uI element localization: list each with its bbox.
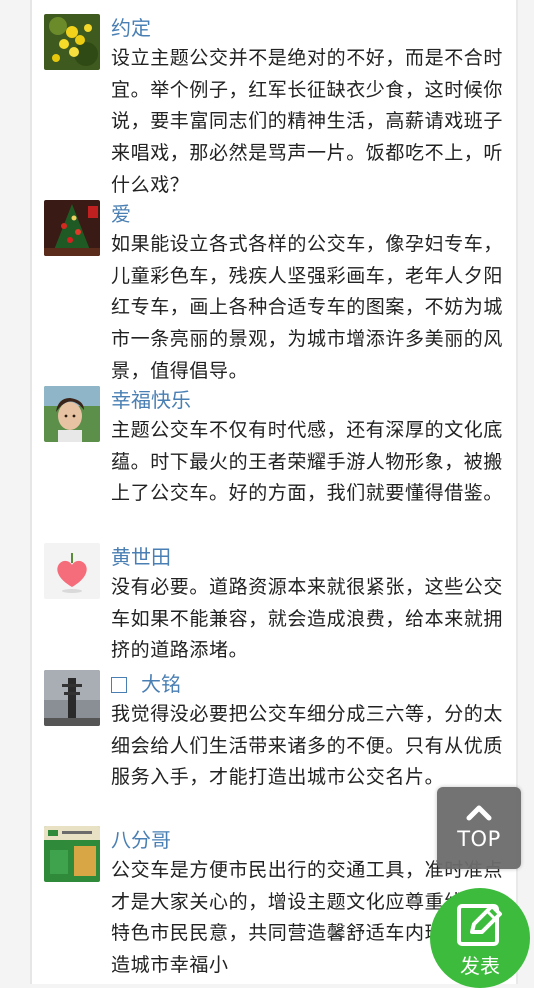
post-comment-label: 发表	[460, 954, 500, 978]
chevron-up-icon	[466, 805, 492, 821]
avatar[interactable]	[44, 200, 100, 256]
comment-item: 爱 如果能设立各式各样的公交车，像孕妇专车，儿童彩色车，残疾人坚强彩画车，老年人…	[44, 200, 514, 382]
comment-text: 如果能设立各式各样的公交车，像孕妇专车，儿童彩色车，残疾人坚强彩画车，老年人夕阳…	[111, 233, 504, 382]
username[interactable]: 幸福快乐	[111, 386, 191, 414]
edit-icon	[457, 904, 502, 946]
comment-item: 幸福快乐 主题公交车不仅有时代感，还有深厚的文化底蕴。时下最火的王者荣耀手游人物…	[44, 386, 514, 531]
username[interactable]: 黄世田	[111, 543, 171, 571]
comment-item: 黄世田 没有必要。道路资源本来就很紧张，这些公交车如果不能兼容，就会造成浪费，给…	[44, 543, 514, 661]
username[interactable]: 约定	[111, 14, 151, 42]
comment-item: 约定 设立主题公交并不是绝对的不好，而是不合时宜。举个例子，红军长征缺衣少食，这…	[44, 14, 514, 196]
comment-text: 设立主题公交并不是绝对的不好，而是不合时宜。举个例子，红军长征缺衣少食，这时候你…	[111, 47, 504, 196]
comment-text: 主题公交车不仅有时代感，还有深厚的文化底蕴。时下最火的王者荣耀手游人物形象，被搬…	[111, 419, 504, 505]
avatar[interactable]	[44, 386, 100, 442]
username-label: 大铭	[141, 672, 181, 696]
avatar[interactable]	[44, 826, 100, 882]
username[interactable]: 大铭	[111, 670, 181, 698]
avatar[interactable]	[44, 14, 100, 70]
post-comment-button[interactable]: 发表	[430, 888, 530, 988]
username[interactable]: 八分哥	[111, 826, 171, 854]
avatar[interactable]	[44, 543, 100, 599]
comment-text: 我觉得没必要把公交车细分成三六等，分的太细会给人们生活带来诸多的不便。只有从优质…	[111, 703, 504, 789]
back-to-top-button[interactable]: TOP	[437, 787, 521, 869]
avatar[interactable]	[44, 670, 100, 726]
comment-text: 没有必要。道路资源本来就很紧张，这些公交车如果不能兼容，就会造成浪费，给本来就拥…	[111, 576, 504, 662]
back-to-top-label: TOP	[457, 827, 501, 851]
checkbox-icon	[111, 677, 127, 693]
username[interactable]: 爱	[111, 200, 131, 228]
